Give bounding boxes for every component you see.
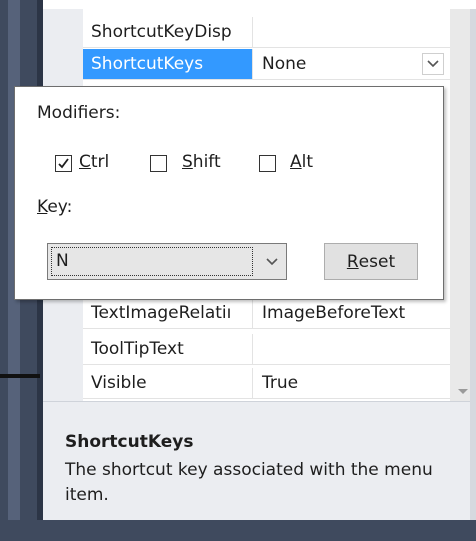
property-row-shortcutkeys[interactable]: ShortcutKeys None [83,49,450,80]
modifiers-label: Modifiers: [37,103,121,123]
property-value[interactable]: True [254,368,450,398]
shift-label[interactable]: Shift [182,152,221,172]
shortcut-keys-editor-popup: Modifiers: Ctrl Shift Alt Key: N Reset [14,86,444,300]
designer-connector-line [0,374,40,378]
reset-button[interactable]: Reset [324,243,418,280]
key-dropdown[interactable]: N [47,243,287,280]
property-row-visible[interactable]: Visible True [83,368,450,399]
key-dropdown-value: N [51,247,253,276]
property-value-text: None [262,54,307,74]
chevron-down-icon[interactable] [264,254,280,270]
property-row-shortcutkeydisplaystring[interactable]: ShortcutKeyDisp [83,17,450,48]
property-description-panel: ShortcutKeys The shortcut key associated… [43,401,470,521]
property-name: ShortcutKeys [83,49,253,79]
property-row-textimagerelation[interactable]: TextImageRelatiı ImageBeforeText [83,298,450,329]
property-value[interactable]: None [254,49,450,79]
property-value[interactable] [254,334,450,364]
property-value[interactable]: ImageBeforeText [254,298,450,328]
property-row-tooltiptext[interactable]: ToolTipText [83,334,450,365]
window-bottom-edge [0,520,476,541]
property-name: ToolTipText [83,334,253,364]
property-value[interactable] [254,17,450,47]
key-label: Key: [37,197,73,217]
ctrl-label[interactable]: Ctrl [79,152,109,172]
window-right-edge [470,9,476,541]
property-name: Visible [83,368,253,398]
property-name: ShortcutKeyDisp [83,17,253,47]
shift-checkbox[interactable] [150,155,167,172]
checkmark-icon [58,158,69,169]
ctrl-checkbox[interactable] [55,155,72,172]
alt-checkbox[interactable] [259,155,276,172]
description-text: The shortcut key associated with the men… [65,460,433,505]
property-name: TextImageRelatiı [83,298,253,328]
alt-label[interactable]: Alt [290,152,313,172]
chevron-down-icon[interactable] [422,53,444,75]
description-title: ShortcutKeys [65,432,194,452]
